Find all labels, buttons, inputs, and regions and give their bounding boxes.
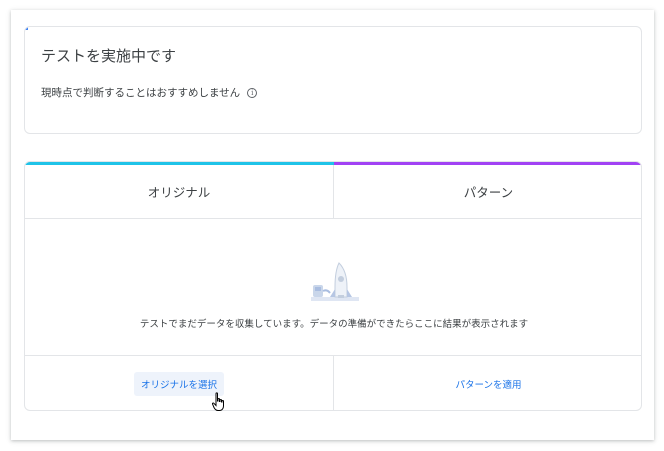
status-card: テストを実施中です 現時点で判断することはおすすめしません i xyxy=(24,26,642,134)
empty-state-message: テストでまだデータを収集しています。データの準備ができたらここに結果が表示されま… xyxy=(139,319,529,330)
comparison-card: オリジナル パターン テストでまだデータを収集しています。データの準備ができたら… xyxy=(24,161,642,411)
hand-cursor-icon xyxy=(211,392,224,411)
status-accent xyxy=(25,27,28,30)
empty-state: テストでまだデータを収集しています。データの準備ができたらここに結果が表示されま… xyxy=(25,219,641,356)
info-icon[interactable]: i xyxy=(247,87,258,98)
column-header-variant: パターン xyxy=(334,165,641,219)
action-cell-variant: パターンを適用 xyxy=(334,356,641,410)
actions-row: オリジナルを選択 パターンを適用 xyxy=(25,356,641,410)
apply-variant-button[interactable]: パターンを適用 xyxy=(448,372,528,396)
status-title: テストを実施中です xyxy=(41,47,177,65)
column-header-original: オリジナル xyxy=(25,165,334,219)
action-cell-original: オリジナルを選択 xyxy=(25,356,334,410)
status-subtitle-text: 現時点で判断することはおすすめしません xyxy=(41,87,241,99)
status-subtitle: 現時点で判断することはおすすめしません i xyxy=(41,85,258,100)
rocket-icon xyxy=(311,262,359,301)
